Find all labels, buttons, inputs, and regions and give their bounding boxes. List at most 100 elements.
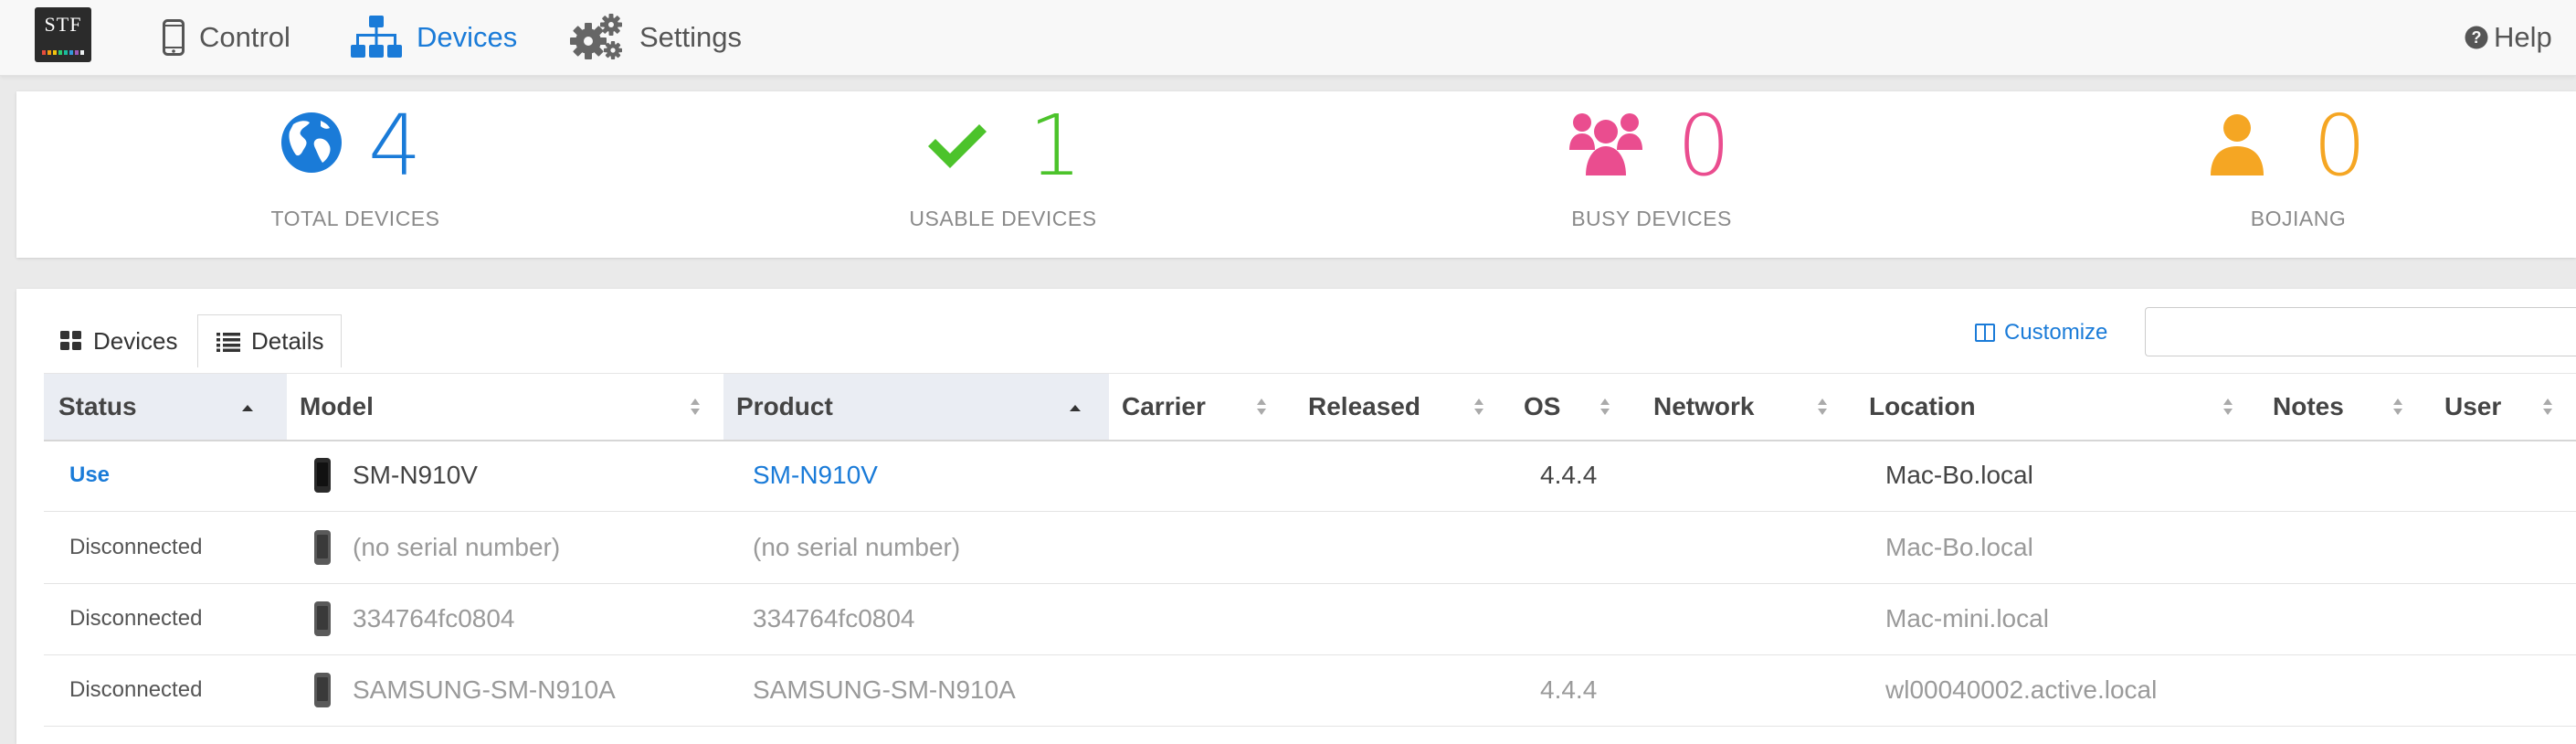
grid-icon [60,331,81,350]
column-label-product: Product [736,392,833,420]
stat-usable-devices: 1 USABLE DEVICES [820,91,1186,258]
sort-icon [691,399,700,415]
stat-busy-value: 0 [1677,97,1731,195]
tab-devices-label: Devices [93,326,178,355]
location-cell: wl00040002.active.local [1885,675,2158,704]
nav-control-label: Control [199,21,290,53]
model-cell: (no serial number) [314,512,560,583]
column-header-released[interactable]: Released [1295,374,1511,440]
column-label-model: Model [300,392,374,420]
user-icon [2211,114,2264,175]
column-label-carrier: Carrier [1122,392,1206,420]
status-cell: Disconnected [69,606,203,631]
os-cell: 4.4.4 [1540,675,1598,704]
location-cell: Mac-Bo.local [1885,533,2033,561]
column-label-user: User [2444,392,2502,420]
product-cell: (no serial number) [753,533,961,561]
nav-devices-label: Devices [417,21,518,53]
stat-bojiang: 0 BOJIANG [2116,91,2481,258]
column-header-network[interactable]: Network [1641,374,1856,440]
stat-bojiang-caption: BOJIANG [2250,207,2347,230]
nav-settings[interactable]: Settings [568,0,742,75]
model-cell: SM-N910V [314,440,478,511]
list-icon [216,332,240,352]
devices-table-header: Status Model Product Carrier Released OS… [44,373,2576,441]
logo-color-bar [42,50,84,55]
tab-devices[interactable]: Devices [46,314,192,367]
column-label-location: Location [1869,392,1976,420]
stat-bojiang-value: 0 [2313,97,2367,195]
tab-details[interactable]: Details [197,314,342,367]
stat-total-value: 4 [368,97,422,195]
sort-icon [2223,399,2233,415]
customize-label: Customize [2004,320,2108,345]
sort-icon [2393,399,2402,415]
table-row: Disconnected (no serial number) (no seri… [44,512,2576,584]
os-cell: 4.4.4 [1540,461,1598,489]
status-cell: Disconnected [69,535,203,559]
column-label-status: Status [58,392,137,420]
stf-logo[interactable]: STF [35,7,91,62]
help-link[interactable]: ? Help [2465,0,2552,75]
sort-icon [1818,399,1827,415]
device-phone-icon [314,601,331,636]
model-name: 334764fc0804 [353,604,515,632]
stat-usable-caption: USABLE DEVICES [909,207,1097,230]
stat-total-devices: 4 TOTAL DEVICES [173,91,538,258]
status-use-button[interactable]: Use [69,440,110,511]
column-label-os: OS [1524,392,1561,420]
gears-icon [570,14,622,59]
svg-text:?: ? [2472,28,2482,47]
model-name: SAMSUNG-SM-N910A [353,675,616,704]
search-input[interactable] [2145,307,2576,356]
nav-settings-label: Settings [639,21,743,53]
column-header-notes[interactable]: Notes [2260,374,2432,440]
customize-button[interactable]: Customize [1975,320,2107,345]
sort-asc-icon [242,405,253,411]
model-name: SM-N910V [353,461,478,489]
table-row: Use SM-N910V SM-N910V 4.4.4 Mac-Bo.local [44,440,2576,512]
model-name: (no serial number) [353,533,561,561]
globe-icon [281,112,342,173]
stat-busy-devices: 0 BUSY DEVICES [1469,91,1834,258]
model-cell: SAMSUNG-SM-N910A [314,654,616,726]
column-header-model[interactable]: Model [287,374,723,440]
table-row: Disconnected 334764fc0804 334764fc0804 M… [44,583,2576,655]
sitemap-icon [351,16,402,58]
phone-icon [163,19,185,56]
column-header-product[interactable]: Product [723,374,1109,440]
devices-panel: Devices Details Customize Status Model P… [16,289,2576,744]
column-label-network: Network [1653,392,1755,420]
column-header-status[interactable]: Status [44,374,287,440]
help-label: Help [2494,21,2552,53]
top-navbar: STF Control Devices Settings ? Help [0,0,2576,76]
users-icon [1569,113,1642,175]
device-phone-icon [314,458,331,493]
table-row: Disconnected SAMSUNG-SM-N910A SAMSUNG-SM… [44,654,2576,727]
nav-devices[interactable]: Devices [351,0,517,75]
stat-busy-caption: BUSY DEVICES [1571,207,1732,230]
product-cell: SAMSUNG-SM-N910A [753,675,1016,704]
nav-control[interactable]: Control [163,0,290,75]
columns-icon [1975,324,1995,342]
sort-icon [1600,399,1610,415]
status-cell: Disconnected [69,677,203,702]
device-phone-icon [314,673,331,707]
column-label-released: Released [1308,392,1420,420]
sort-icon [1257,399,1266,415]
column-header-user[interactable]: User [2432,374,2576,440]
logo-text: STF [44,13,82,36]
check-icon [928,124,987,168]
location-cell: Mac-Bo.local [1885,461,2033,489]
location-cell: Mac-mini.local [1885,604,2049,632]
sort-icon [2543,399,2552,415]
column-header-carrier[interactable]: Carrier [1109,374,1295,440]
column-header-location[interactable]: Location [1856,374,2260,440]
stat-total-caption: TOTAL DEVICES [270,207,440,230]
product-cell: 334764fc0804 [753,604,915,632]
column-header-os[interactable]: OS [1511,374,1641,440]
device-stats-panel: 4 TOTAL DEVICES 1 USABLE DEVICES 0 BUSY … [16,91,2576,258]
product-link[interactable]: SM-N910V [753,440,878,511]
column-label-notes: Notes [2273,392,2344,420]
question-circle-icon: ? [2465,26,2488,49]
